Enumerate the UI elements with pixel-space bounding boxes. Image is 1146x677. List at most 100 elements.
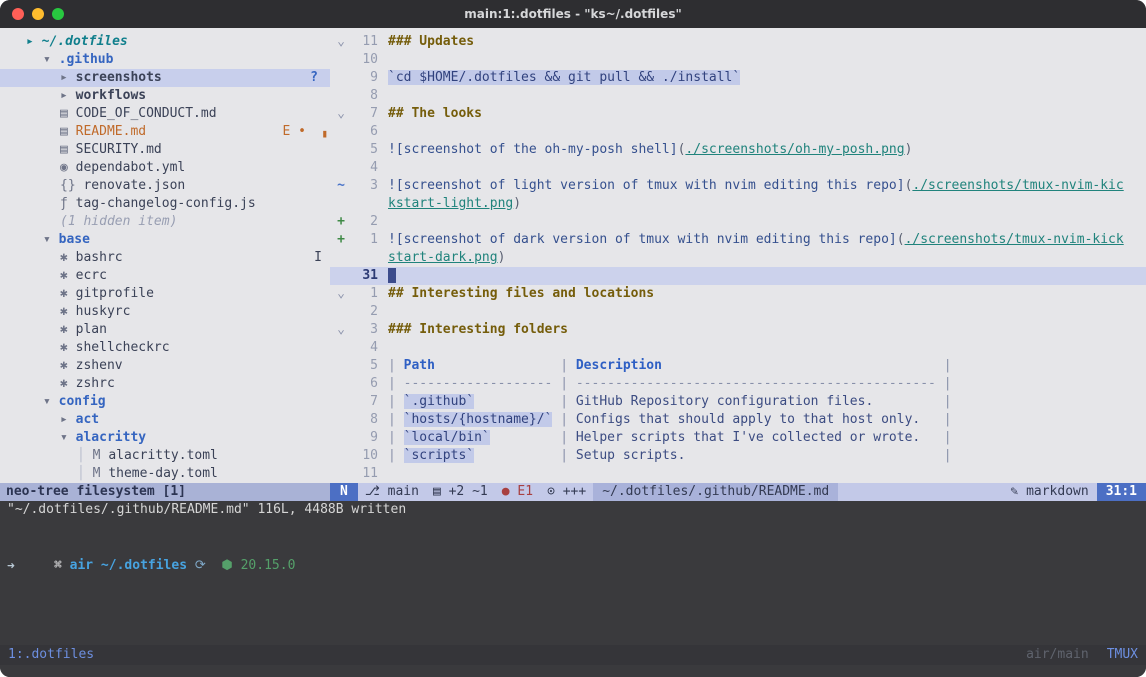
minimize-button[interactable] [32, 8, 44, 20]
editor-line[interactable]: 8 [330, 87, 1146, 105]
tree-row[interactable]: ✱ zshrc [0, 375, 330, 393]
tree-row[interactable]: ▤ README.mdE •▮ [0, 123, 330, 141]
line-number: 7 [352, 393, 378, 411]
message-line: "~/.dotfiles/.github/README.md" 116L, 44… [0, 501, 1146, 519]
tree-item-label: act [76, 412, 99, 427]
shell-file-icon: ✱ [60, 340, 76, 355]
editor-line[interactable]: +1![screenshot of dark version of tmux w… [330, 231, 1146, 249]
prompt-arrow-icon[interactable]: ➜ [7, 558, 15, 576]
editor-line[interactable]: 6 [330, 123, 1146, 141]
tree-row[interactable]: ▸ act [0, 411, 330, 429]
tmux-window-tab[interactable]: 1:.dotfiles [8, 645, 94, 665]
editor-line[interactable]: ⌄11### Updates [330, 33, 1146, 51]
line-number: 11 [352, 33, 378, 51]
line-number: 7 [352, 105, 378, 123]
code-token: | [388, 358, 404, 373]
tree-row[interactable]: ▸ screenshots? [0, 69, 330, 87]
code-token: | [552, 430, 575, 445]
editor-line[interactable]: 9`cd $HOME/.dotfiles && git pull && ./in… [330, 69, 1146, 87]
tree-row[interactable]: ✱ bashrcI [0, 249, 330, 267]
tree-row[interactable]: ✱ plan [0, 321, 330, 339]
terminal-window: main:1:.dotfiles - "ks~/.dotfiles" ▸ ~/.… [0, 0, 1146, 677]
tree-row[interactable]: ▤ SECURITY.md [0, 141, 330, 159]
editor-line[interactable]: 10| `scripts` | Setup scripts. | [330, 447, 1146, 465]
editor-line[interactable]: 4 [330, 339, 1146, 357]
editor-line[interactable]: 5| Path | Description | [330, 357, 1146, 375]
tree-row[interactable]: ✱ zshenv [0, 357, 330, 375]
code-token: ) [498, 250, 506, 265]
tree-item-label: theme-day.toml [108, 466, 218, 481]
tree-row[interactable]: ▾ base [0, 231, 330, 249]
branch-name: main [388, 484, 419, 499]
line-number: 10 [352, 51, 378, 69]
tree-item-label: workflows [76, 88, 146, 103]
editor-line[interactable]: 6| ------------------- | ---------------… [330, 375, 1146, 393]
line-number: 5 [352, 357, 378, 375]
editor-line[interactable]: kstart-light.png) [330, 195, 1146, 213]
editor-line[interactable]: ⌄1## Interesting files and locations [330, 285, 1146, 303]
tree-item-label: zshenv [76, 358, 123, 373]
editor-line[interactable]: 9| `local/bin` | Helper scripts that I'v… [330, 429, 1146, 447]
tree-item-label: .github [59, 52, 114, 67]
markdown-file-icon: ▤ [60, 142, 76, 157]
tmux-label: TMUX [1107, 645, 1138, 665]
folder-open-icon: ▾ [60, 430, 76, 445]
editor-line[interactable]: +2 [330, 213, 1146, 231]
code-token: kstart-light.png [388, 196, 513, 211]
git-sync-icon: ⟳ [195, 558, 206, 573]
tree-row[interactable]: ▤ CODE_OF_CONDUCT.md [0, 105, 330, 123]
tree-row[interactable]: ✱ ecrc [0, 267, 330, 285]
toml-file-icon: M [93, 466, 109, 481]
editor-line[interactable]: ⌄3### Interesting folders [330, 321, 1146, 339]
tree-row[interactable]: ✱ gitprofile [0, 285, 330, 303]
gutter-space [330, 159, 352, 177]
editor-line[interactable]: 4 [330, 159, 1146, 177]
tree-row[interactable]: ▾ config [0, 393, 330, 411]
code-token: | [388, 376, 404, 391]
tree-row[interactable]: │ M alacritty.toml [0, 447, 330, 465]
pencil-icon: ✎ [1010, 484, 1018, 499]
shell-file-icon: ✱ [60, 322, 76, 337]
code-token: ./screenshots/tmux-nvim-kic [912, 178, 1123, 193]
tree-row[interactable]: ✱ huskyrc [0, 303, 330, 321]
code-token: | [388, 430, 404, 445]
tree-row[interactable]: ▾ .github [0, 51, 330, 69]
line-text [388, 267, 396, 285]
tree-row[interactable]: ▸ workflows [0, 87, 330, 105]
tree-row[interactable]: (1 hidden item) [0, 213, 330, 231]
editor-line[interactable]: 11 [330, 465, 1146, 483]
editor-line[interactable]: 5![screenshot of the oh-my-posh shell](.… [330, 141, 1146, 159]
tree-row[interactable]: │ M theme-day.toml [0, 465, 330, 483]
editor-line[interactable]: start-dark.png) [330, 249, 1146, 267]
tree-item-label: shellcheckrc [76, 340, 170, 355]
editor-line[interactable]: 31 [330, 267, 1146, 285]
line-text: `cd $HOME/.dotfiles && git pull && ./ins… [388, 69, 740, 87]
tree-row[interactable]: {} renovate.json [0, 177, 330, 195]
code-token: ) [513, 196, 521, 211]
gutter-space [330, 393, 352, 411]
folder-open-icon: ▾ [43, 394, 59, 409]
tree-row[interactable]: ◉ dependabot.yml [0, 159, 330, 177]
code-token [685, 448, 935, 463]
zoom-button[interactable] [52, 8, 64, 20]
line-number: 9 [352, 429, 378, 447]
code-token: ### Updates [388, 34, 474, 49]
editor-line[interactable]: 10 [330, 51, 1146, 69]
close-button[interactable] [12, 8, 24, 20]
neotree-statusline: neo-tree filesystem [1] [0, 483, 336, 501]
indent-guide: │ [77, 466, 93, 481]
shell-file-icon: ✱ [60, 358, 76, 373]
editor-line[interactable]: ~3![screenshot of light version of tmux … [330, 177, 1146, 195]
editor-line[interactable]: 7| `.github` | GitHub Repository configu… [330, 393, 1146, 411]
tree-row[interactable]: ▾ alacritty [0, 429, 330, 447]
gutter-space [330, 69, 352, 87]
tree-row[interactable]: ƒ tag-changelog-config.js [0, 195, 330, 213]
tree-row[interactable]: ▸ ~/.dotfiles [0, 33, 330, 51]
tree-row[interactable]: ✱ shellcheckrc [0, 339, 330, 357]
gutter-space [330, 267, 352, 285]
code-token: GitHub Repository configuration files. [576, 394, 873, 409]
editor-line[interactable]: 2 [330, 303, 1146, 321]
editor-line[interactable]: ⌄7## The looks [330, 105, 1146, 123]
git-status-badge: I [314, 249, 322, 267]
editor-line[interactable]: 8| `hosts/{hostname}/` | Configs that sh… [330, 411, 1146, 429]
